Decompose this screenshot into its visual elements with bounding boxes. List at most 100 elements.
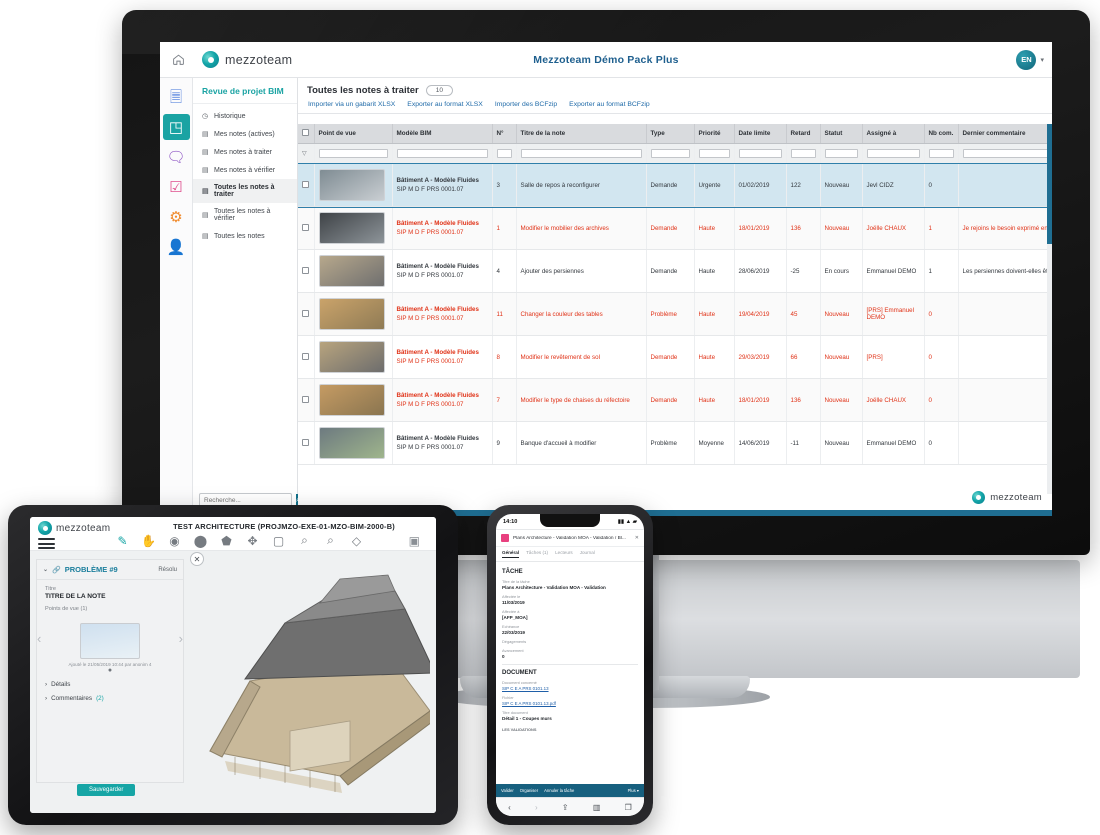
viewpoint-thumbnail-cell[interactable] [314, 335, 393, 379]
toolbar-link-3[interactable]: Exporter au format BCFzip [569, 101, 649, 108]
column-header-7[interactable]: Date limite [734, 124, 787, 144]
move-axis-icon[interactable]: ✥ [245, 533, 260, 548]
row-checkbox[interactable] [302, 180, 309, 188]
settings-gear-icon[interactable]: ⚙ [163, 204, 190, 230]
table-row[interactable]: Bâtiment A - Modèle Fluides SIP M D F PRS… [298, 249, 1052, 293]
filter-input-box[interactable] [520, 149, 642, 158]
column-header-4[interactable]: Titre de la note [516, 124, 647, 144]
sidebar-item-4[interactable]: ▤ Toutes les notes à traiter [193, 179, 297, 203]
bookmarks-icon[interactable]: ▥ [593, 803, 601, 812]
row-checkbox-cell[interactable] [298, 249, 315, 293]
filter-input-box[interactable] [962, 149, 1052, 158]
toolbar-link-0[interactable]: Importer via un gabarit XLSX [308, 101, 395, 108]
accordion-1[interactable]: › Commentaires (2) [37, 688, 183, 702]
sidebar-item-5[interactable]: ▤ Toutes les notes à vérifier [193, 203, 297, 227]
row-checkbox[interactable] [302, 352, 309, 360]
column-header-8[interactable]: Retard [786, 124, 821, 144]
documents-icon[interactable]: 🗏 [163, 84, 190, 110]
select-all-header[interactable] [298, 124, 315, 144]
filter-input-7[interactable] [734, 143, 787, 164]
zoom-out-icon[interactable]: ⌕ [323, 533, 338, 548]
doc-link-0[interactable]: SIP C E A PRS 0101.13 [502, 686, 638, 691]
chevron-right-icon[interactable]: › [179, 631, 183, 646]
share-icon[interactable]: ⇪ [562, 803, 569, 812]
toolbar-link-2[interactable]: Importer des BCFzip [495, 101, 557, 108]
save-button[interactable]: Sauvegarder [77, 784, 136, 796]
bim-cube-icon[interactable]: ◳ [162, 114, 190, 140]
column-header-12[interactable]: Dernier commentaire [958, 124, 1052, 144]
vertical-scrollbar[interactable] [1047, 124, 1052, 494]
filter-input-11[interactable] [924, 143, 959, 164]
hamburger-menu-icon[interactable] [38, 538, 55, 552]
select-pointer-icon[interactable]: ✎ [115, 533, 130, 548]
viewpoint-thumbnail-cell[interactable] [314, 249, 393, 293]
filter-input-5[interactable] [646, 143, 695, 164]
row-checkbox-cell[interactable] [298, 206, 315, 250]
chevron-down-icon[interactable]: ⌄ [43, 566, 48, 573]
filter-input-box[interactable] [928, 149, 954, 158]
row-checkbox[interactable] [302, 223, 309, 231]
row-checkbox-cell[interactable] [298, 335, 315, 379]
viewpoint-thumbnail[interactable] [318, 212, 385, 244]
filter-input-box[interactable] [790, 149, 816, 158]
filter-input-box[interactable] [650, 149, 690, 158]
phone-tab-3[interactable]: Journal [580, 550, 595, 558]
sidebar-item-0[interactable]: ◷ Historique [193, 107, 297, 125]
column-header-6[interactable]: Priorité [694, 124, 735, 144]
sidebar-item-3[interactable]: ▤ Mes notes à vérifier [193, 161, 297, 179]
filter-input-10[interactable] [862, 143, 925, 164]
viewpoint-thumbnail[interactable] [80, 623, 140, 659]
row-checkbox[interactable] [302, 438, 309, 446]
model-tree-icon[interactable]: ◇ [349, 533, 364, 548]
phone-action-1[interactable]: Organiser [520, 788, 538, 793]
filter-input-8[interactable] [786, 143, 821, 164]
column-header-5[interactable]: Type [646, 124, 695, 144]
back-chevron-icon[interactable]: ‹ [508, 803, 511, 812]
filter-input-box[interactable] [396, 149, 488, 158]
contacts-icon[interactable]: 👤 [163, 234, 190, 260]
sidebar-item-2[interactable]: ▤ Mes notes à traiter [193, 143, 297, 161]
viewpoint-thumbnail-cell[interactable] [314, 378, 393, 422]
phone-tab-1[interactable]: Tâches (1) [526, 550, 548, 558]
filter-funnel-icon[interactable]: ▽ [298, 143, 315, 164]
bim-3d-model-view[interactable] [190, 561, 430, 809]
viewpoint-thumbnail-cell[interactable] [314, 163, 393, 207]
filter-input-12[interactable] [958, 143, 1052, 164]
section-cut-icon[interactable]: ⬟ [219, 533, 234, 548]
filter-input-4[interactable] [516, 143, 647, 164]
phone-tab-0[interactable]: Général [502, 550, 520, 558]
filter-input-3[interactable] [492, 143, 517, 164]
viewpoint-thumbnail-cell[interactable] [314, 292, 393, 336]
viewpoint-thumbnail[interactable] [318, 255, 385, 287]
orbit-sphere-icon[interactable]: ⬤ [193, 533, 208, 548]
viewpoint-thumbnail-cell[interactable] [314, 206, 393, 250]
table-row[interactable]: Bâtiment A - Modèle Fluides SIP M D F PRS… [298, 335, 1052, 379]
sidebar-item-1[interactable]: ▤ Mes notes (actives) [193, 125, 297, 143]
row-checkbox-cell[interactable] [298, 292, 315, 336]
filter-input-box[interactable] [866, 149, 920, 158]
column-header-9[interactable]: Statut [820, 124, 863, 144]
select-all-checkbox[interactable] [302, 129, 309, 136]
column-header-3[interactable]: N° [492, 124, 517, 144]
column-header-2[interactable]: Modèle BIM [392, 124, 493, 144]
phone-action-3[interactable]: Plus ▾ [628, 788, 639, 793]
phone-action-2[interactable]: Annuler la tâche [544, 788, 574, 793]
row-checkbox-cell[interactable] [298, 421, 315, 465]
viewpoint-thumbnail[interactable] [318, 169, 385, 201]
row-checkbox[interactable] [302, 266, 309, 274]
viewpoint-thumbnail-cell[interactable] [314, 421, 393, 465]
row-checkbox[interactable] [302, 395, 309, 403]
box-view-icon[interactable]: ▢ [271, 533, 286, 548]
filter-input-box[interactable] [496, 149, 512, 158]
row-checkbox-cell[interactable] [298, 163, 315, 207]
filter-input-9[interactable] [820, 143, 863, 164]
camera-icon[interactable]: ▣ [409, 534, 420, 548]
row-checkbox[interactable] [302, 309, 309, 317]
doc-link-1[interactable]: SIP C E A PRS 0101.13.pdf [502, 701, 638, 706]
filter-input-box[interactable] [824, 149, 858, 158]
tasks-icon[interactable]: ☑ [163, 174, 190, 200]
column-header-10[interactable]: Assigné à [862, 124, 925, 144]
tabs-icon[interactable]: ❐ [625, 803, 632, 812]
filter-input-box[interactable] [318, 149, 388, 158]
hand-pan-icon[interactable]: ✋ [141, 533, 156, 548]
